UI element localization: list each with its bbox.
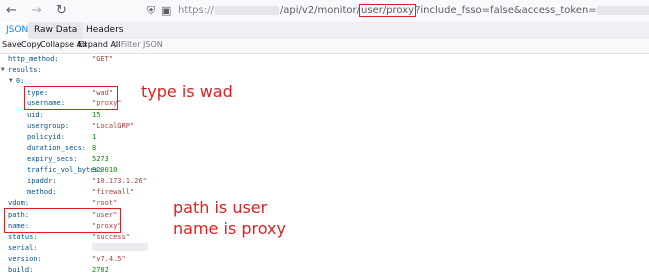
url-bar-area: ← → ↻ ⛨ ▣ https:// /api/v2/monitor/user/p… (0, 0, 649, 22)
shield-icon[interactable]: ⛨ (147, 4, 155, 18)
path-name-highlight-box (4, 208, 121, 233)
address-bar[interactable]: https:// /api/v2/monitor/user/proxy?inclu… (178, 4, 649, 17)
json-key: results: (8, 66, 42, 74)
annotation-name-note: name is proxy (173, 219, 286, 238)
type-username-highlight-box (24, 86, 118, 110)
redacted-serial (92, 243, 148, 251)
expand-triangle-icon[interactable]: ▼ (1, 66, 5, 73)
reload-icon[interactable]: ↻ (56, 3, 67, 18)
json-value: "GET" (92, 55, 114, 63)
copy-button[interactable]: Copy (21, 40, 41, 49)
save-button[interactable]: Save (2, 40, 22, 49)
url-scheme: https:// (178, 5, 214, 16)
url-highlight: user/proxy (358, 4, 417, 17)
viewer-tabs: JSON Raw Data Headers (0, 22, 649, 41)
json-key: duration_secs: (27, 144, 87, 152)
json-key: build: (8, 266, 34, 274)
redacted-token (596, 5, 649, 15)
json-value: 5273 (92, 155, 109, 163)
json-key: policyid: (27, 133, 65, 141)
json-value: 8 (92, 144, 97, 152)
json-key: version: (8, 255, 42, 263)
json-key: uid: (27, 111, 44, 119)
filter-input[interactable]: ▽ Filter JSON (112, 40, 163, 49)
back-arrow-icon[interactable]: ← (6, 3, 17, 18)
json-value: 1 (92, 133, 97, 141)
json-key: ipaddr: (27, 177, 57, 185)
url-path: /api/v2/monitor/ (279, 5, 360, 16)
json-value: "10.173.1.26" (92, 177, 147, 185)
json-toolbar: Save Copy Collapse All Expand All ▽ Filt… (0, 39, 649, 54)
forward-arrow-icon[interactable]: → (31, 3, 42, 18)
json-value: "root" (92, 199, 118, 207)
filter-icon: ▽ (112, 40, 119, 49)
json-key: status: (8, 233, 38, 241)
json-key: method: (27, 188, 57, 196)
json-value: "v7.4.5" (92, 255, 126, 263)
json-value: 320010 (92, 166, 118, 174)
annotation-path-note: path is user (173, 198, 268, 217)
json-key: vdom: (8, 199, 30, 207)
json-key: 0: (16, 77, 25, 85)
json-key: expiry_secs: (27, 155, 78, 163)
json-key: http_method: (8, 55, 59, 63)
redacted-host (214, 5, 279, 15)
json-value: "firewall" (92, 188, 135, 196)
json-key: serial: (8, 244, 38, 252)
json-value: "success" (92, 233, 130, 241)
json-value: 2702 (92, 266, 109, 274)
json-key: usergroup: (27, 122, 70, 130)
lock-icon[interactable]: ▣ (161, 4, 171, 17)
tab-raw-data[interactable]: Raw Data (28, 22, 84, 39)
expand-triangle-icon[interactable]: ▼ (9, 77, 13, 84)
json-value: "LocalGRP" (92, 122, 135, 130)
json-value: 15 (92, 111, 101, 119)
annotation-type-note: type is wad (141, 82, 233, 101)
tab-headers[interactable]: Headers (80, 22, 129, 39)
url-query: ?include_fsso=false&access_token= (415, 5, 597, 16)
